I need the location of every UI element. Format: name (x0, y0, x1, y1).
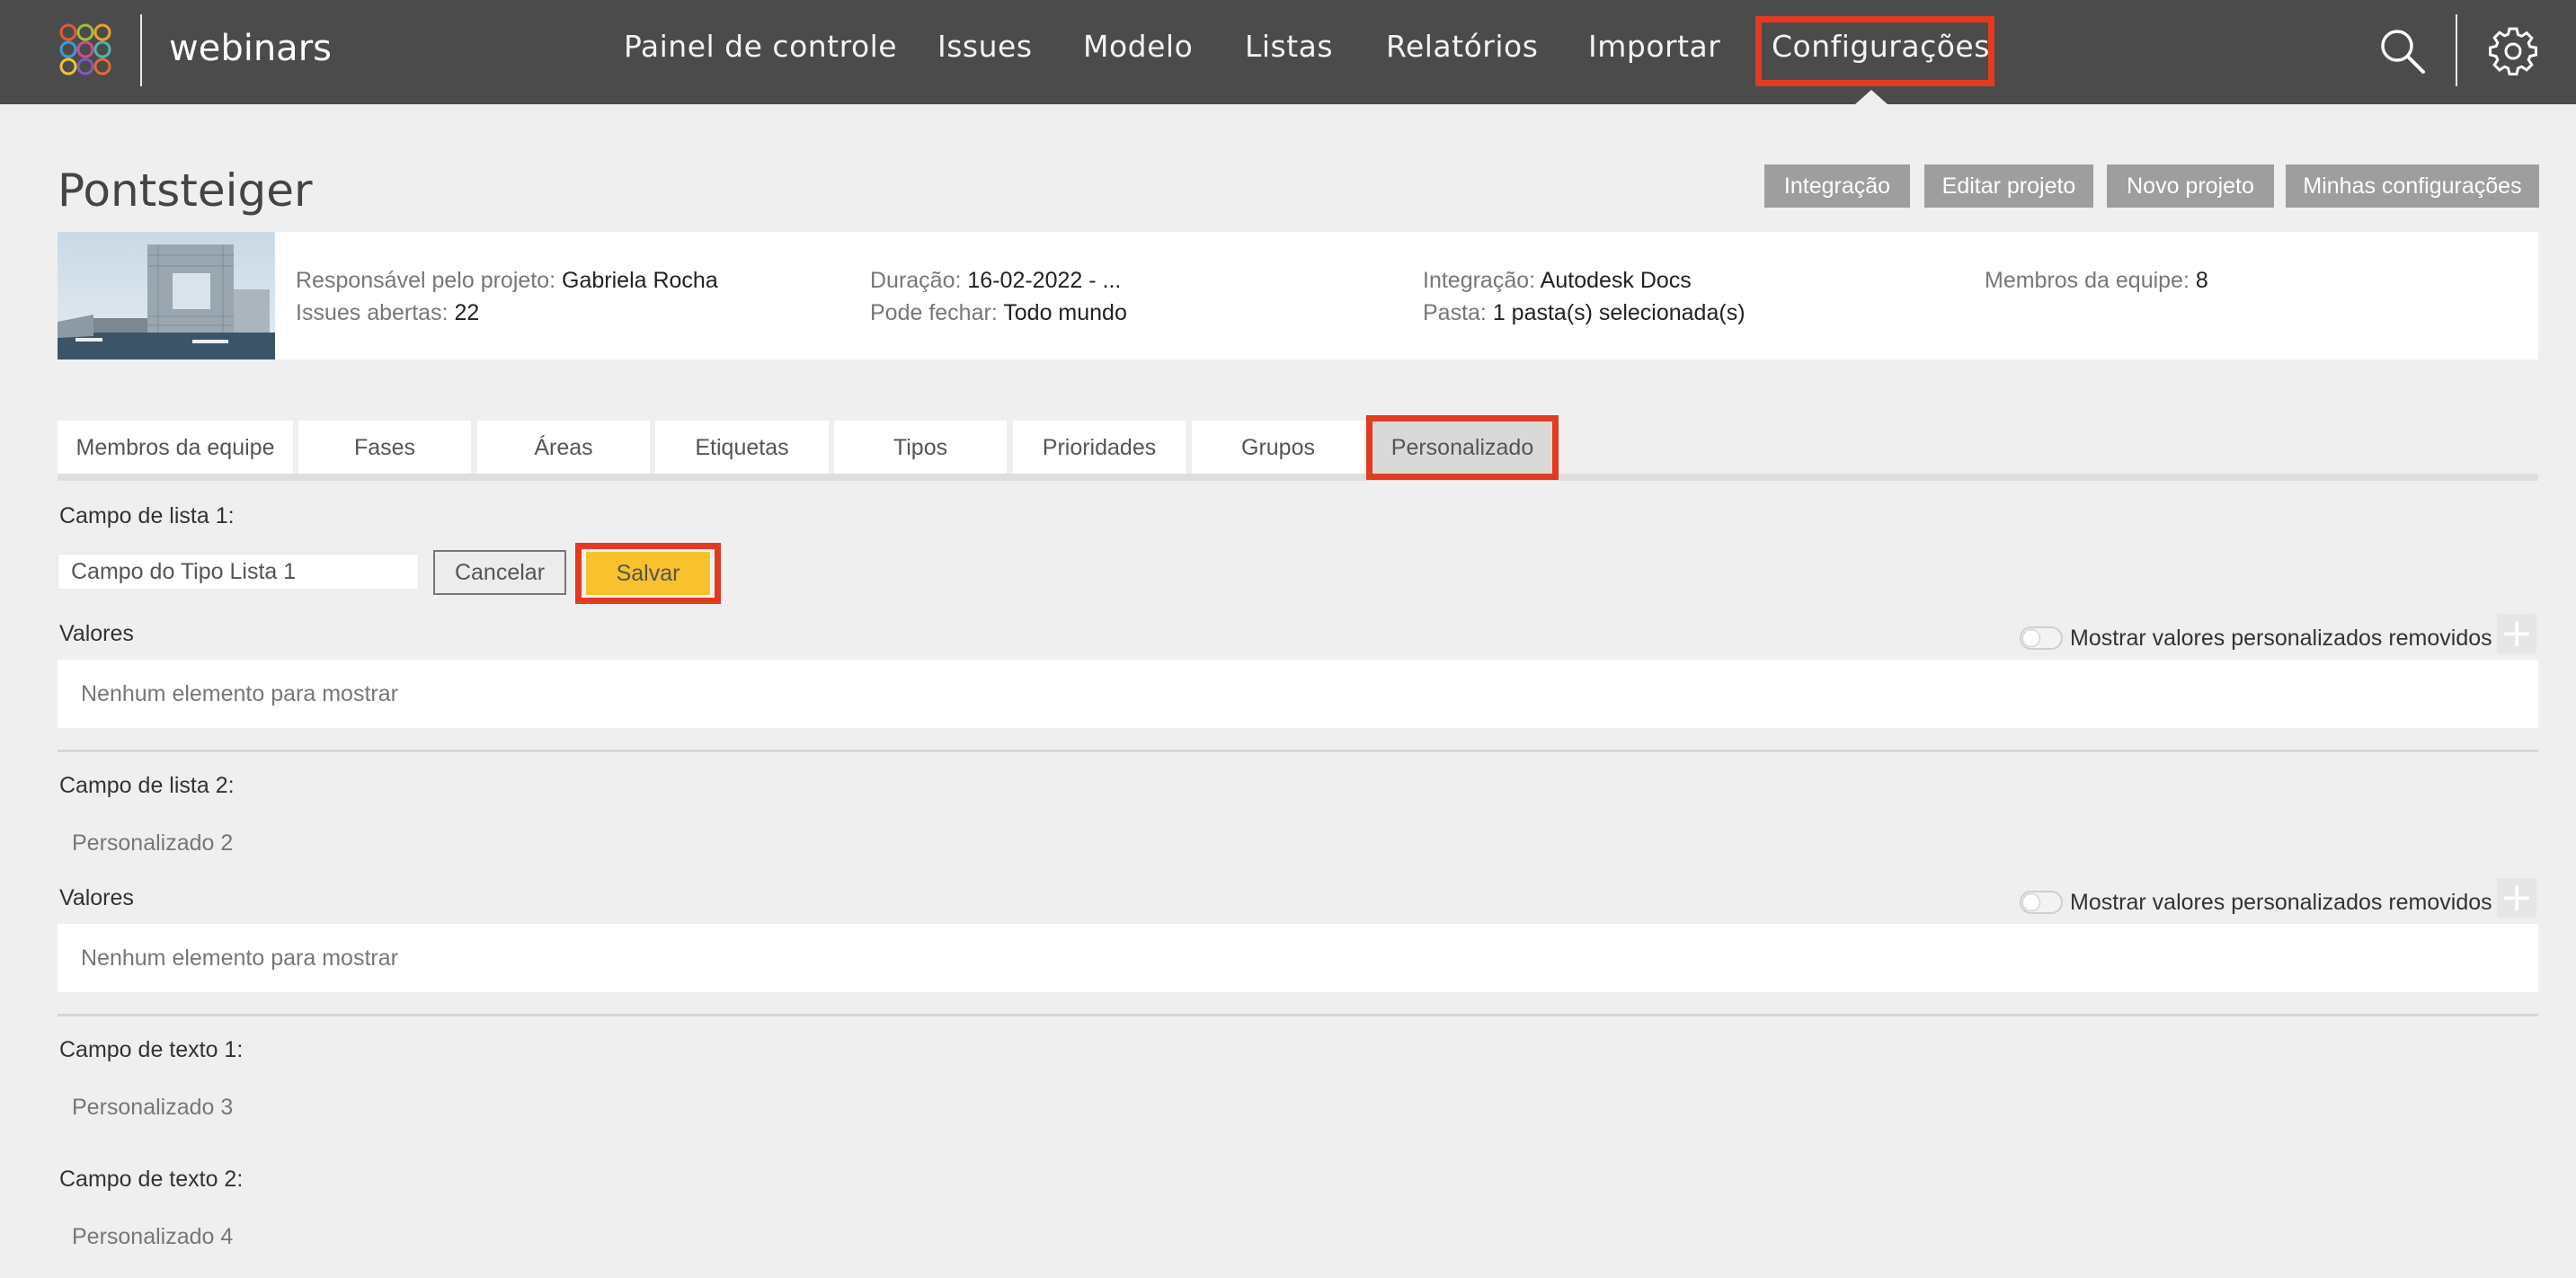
nav-painel-de-controle[interactable]: Painel de controle (624, 29, 897, 64)
new-project-button[interactable]: Novo projeto (2107, 164, 2274, 208)
list-field-1-show-removed-toggle[interactable] (2020, 626, 2063, 650)
list-field-1-add-value-button[interactable]: + (2497, 614, 2536, 653)
list-field-2-values-label: Valores (59, 885, 134, 910)
project-duration: Duração: 16-02-2022 - ... (870, 268, 1121, 294)
nav-importar[interactable]: Importar (1588, 29, 1720, 64)
edit-project-button[interactable]: Editar projeto (1924, 164, 2093, 208)
save-button[interactable]: Salvar (586, 552, 710, 595)
nav-issues[interactable]: Issues (937, 29, 1033, 64)
tab-fases[interactable]: Fases (298, 421, 471, 475)
cancel-button[interactable]: Cancelar (433, 550, 566, 595)
open-issues: Issues abertas: 22 (296, 300, 479, 326)
nav-relatorios[interactable]: Relatórios (1386, 29, 1538, 64)
list-field-2-add-value-button[interactable]: + (2497, 878, 2536, 918)
empty-message: Nenhum elemento para mostrar (81, 945, 398, 971)
list-field-1-values-label: Valores (59, 621, 134, 646)
project-duration-value: 16-02-2022 - ... (967, 268, 1122, 293)
section-divider (58, 750, 2538, 752)
tab-tipos[interactable]: Tipos (834, 421, 1007, 475)
nav-listas[interactable]: Listas (1245, 29, 1333, 64)
section-divider (58, 1014, 2538, 1016)
can-close: Pode fechar: Todo mundo (870, 300, 1127, 326)
list-field-1-name-input[interactable] (58, 554, 419, 590)
toggle-knob (2022, 893, 2040, 911)
page-title: Pontsteiger (58, 164, 313, 217)
top-navigation-bar: webinars Painel de controle Issues Model… (0, 0, 2576, 104)
can-close-label: Pode fechar: (870, 300, 998, 325)
can-close-value: Todo mundo (1003, 300, 1127, 325)
nav-modelo[interactable]: Modelo (1083, 29, 1193, 64)
tab-etiquetas[interactable]: Etiquetas (655, 421, 829, 475)
open-issues-label: Issues abertas: (296, 300, 449, 325)
project-folder-label: Pasta: (1423, 300, 1487, 325)
my-settings-button[interactable]: Minhas configurações (2286, 164, 2539, 208)
team-members-count: Membros da equipe: 8 (1985, 268, 2208, 294)
list-field-1-label: Campo de lista 1: (59, 503, 235, 528)
text-field-2-name[interactable]: Personalizado 4 (72, 1224, 233, 1250)
list-field-2-values-list: Nenhum elemento para mostrar (58, 924, 2538, 992)
tab-areas[interactable]: Áreas (477, 421, 650, 475)
project-info-panel: Responsável pelo projeto: Gabriela Rocha… (58, 232, 2538, 359)
active-nav-caret (1855, 90, 1888, 104)
search-icon[interactable] (2376, 25, 2427, 75)
project-duration-label: Duração: (870, 268, 962, 293)
list-field-2-show-removed-label: Mostrar valores personalizados removidos (2070, 890, 2492, 915)
list-field-2-label: Campo de lista 2: (59, 773, 235, 798)
list-field-1-show-removed-label: Mostrar valores personalizados removidos (2070, 626, 2492, 651)
logo-divider (140, 14, 142, 86)
text-field-1-name[interactable]: Personalizado 3 (72, 1095, 233, 1121)
project-thumbnail (58, 232, 275, 359)
project-integration: Integração: Autodesk Docs (1423, 268, 1692, 294)
tab-prioridades[interactable]: Prioridades (1013, 421, 1186, 475)
open-issues-value: 22 (454, 300, 480, 325)
tabs-underline (58, 474, 2538, 481)
gear-icon[interactable] (2488, 25, 2538, 75)
integration-button[interactable]: Integração (1764, 164, 1910, 208)
team-members-value: 8 (2195, 268, 2208, 293)
project-integration-label: Integração: (1423, 268, 1536, 293)
toggle-knob (2022, 629, 2040, 647)
text-field-1-label: Campo de texto 1: (59, 1037, 244, 1062)
logo-icon[interactable] (58, 22, 113, 77)
toolbar-divider (2456, 14, 2457, 86)
tab-membros-da-equipe[interactable]: Membros da equipe (58, 421, 293, 475)
tab-highlight-box (1366, 415, 1559, 480)
team-members-label: Membros da equipe: (1985, 268, 2190, 293)
nav-highlight-box (1755, 16, 1994, 86)
list-field-2-name[interactable]: Personalizado 2 (72, 830, 233, 856)
project-owner-value: Gabriela Rocha (562, 268, 718, 293)
text-field-2-label: Campo de texto 2: (59, 1167, 244, 1192)
app-name[interactable]: webinars (169, 28, 332, 69)
project-owner: Responsável pelo projeto: Gabriela Rocha (296, 268, 718, 294)
project-owner-label: Responsável pelo projeto: (296, 268, 556, 293)
empty-message: Nenhum elemento para mostrar (81, 681, 398, 706)
list-field-1-values-list: Nenhum elemento para mostrar (58, 660, 2538, 728)
project-folder: Pasta: 1 pasta(s) selecionada(s) (1423, 300, 1745, 326)
project-folder-value: 1 pasta(s) selecionada(s) (1492, 300, 1745, 325)
tab-grupos[interactable]: Grupos (1192, 421, 1364, 475)
project-integration-value: Autodesk Docs (1540, 268, 1692, 293)
list-field-2-show-removed-toggle[interactable] (2020, 891, 2063, 914)
